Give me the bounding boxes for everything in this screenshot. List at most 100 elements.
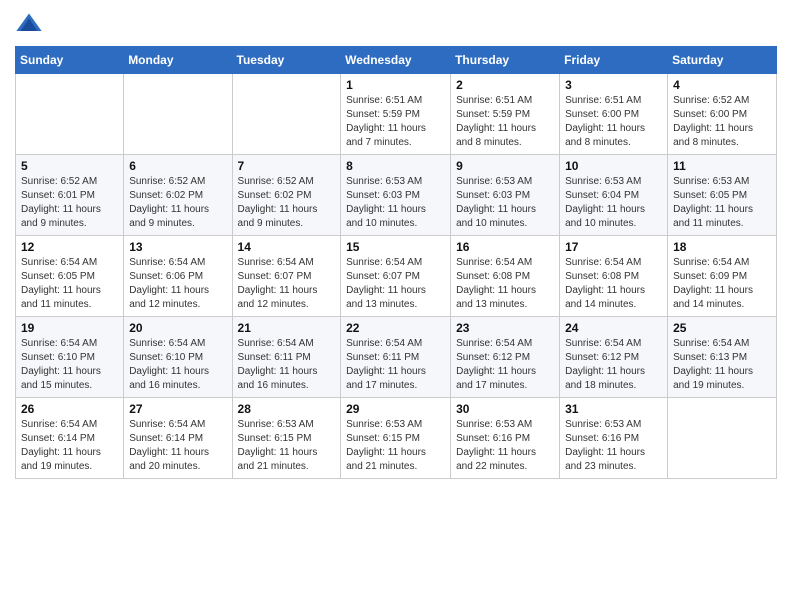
calendar-cell: 3 Sunrise: 6:51 AMSunset: 6:00 PMDaylight… xyxy=(560,74,668,155)
day-info: Sunrise: 6:54 AMSunset: 6:11 PMDaylight:… xyxy=(346,337,445,393)
day-number: 2 xyxy=(456,78,554,92)
day-info: Sunrise: 6:52 AMSunset: 6:02 PMDaylight:… xyxy=(238,175,336,231)
calendar-cell: 4 Sunrise: 6:52 AMSunset: 6:00 PMDaylight… xyxy=(668,74,777,155)
day-number: 3 xyxy=(565,78,662,92)
day-info: Sunrise: 6:53 AMSunset: 6:15 PMDaylight:… xyxy=(238,418,336,474)
day-number: 20 xyxy=(129,321,226,335)
calendar-cell: 29 Sunrise: 6:53 AMSunset: 6:15 PMDayligh… xyxy=(341,398,451,479)
calendar-cell: 26 Sunrise: 6:54 AMSunset: 6:14 PMDayligh… xyxy=(16,398,124,479)
day-info: Sunrise: 6:53 AMSunset: 6:04 PMDaylight:… xyxy=(565,175,662,231)
calendar-week-5: 26 Sunrise: 6:54 AMSunset: 6:14 PMDayligh… xyxy=(16,398,777,479)
day-number: 12 xyxy=(21,240,118,254)
day-number: 5 xyxy=(21,159,118,173)
day-info: Sunrise: 6:53 AMSunset: 6:05 PMDaylight:… xyxy=(673,175,771,231)
day-number: 16 xyxy=(456,240,554,254)
day-info: Sunrise: 6:54 AMSunset: 6:08 PMDaylight:… xyxy=(456,256,554,312)
day-number: 6 xyxy=(129,159,226,173)
calendar-cell: 10 Sunrise: 6:53 AMSunset: 6:04 PMDayligh… xyxy=(560,155,668,236)
calendar-cell: 2 Sunrise: 6:51 AMSunset: 5:59 PMDaylight… xyxy=(451,74,560,155)
day-number: 24 xyxy=(565,321,662,335)
day-info: Sunrise: 6:53 AMSunset: 6:15 PMDaylight:… xyxy=(346,418,445,474)
calendar-cell xyxy=(16,74,124,155)
day-number: 18 xyxy=(673,240,771,254)
day-number: 29 xyxy=(346,402,445,416)
day-number: 19 xyxy=(21,321,118,335)
calendar-cell: 6Sunrise: 6:52 AMSunset: 6:02 PMDaylight… xyxy=(124,155,232,236)
day-info: Sunrise: 6:54 AMSunset: 6:08 PMDaylight:… xyxy=(565,256,662,312)
day-info: Sunrise: 6:54 AMSunset: 6:10 PMDaylight:… xyxy=(129,337,226,393)
day-number: 17 xyxy=(565,240,662,254)
calendar-cell xyxy=(232,74,341,155)
day-number: 10 xyxy=(565,159,662,173)
day-info: Sunrise: 6:54 AMSunset: 6:05 PMDaylight:… xyxy=(21,256,118,312)
page-header xyxy=(15,10,777,38)
day-header-friday: Friday xyxy=(560,47,668,74)
calendar-cell: 22 Sunrise: 6:54 AMSunset: 6:11 PMDayligh… xyxy=(341,317,451,398)
day-number: 13 xyxy=(129,240,226,254)
day-info: Sunrise: 6:52 AMSunset: 6:00 PMDaylight:… xyxy=(673,94,771,150)
day-info: Sunrise: 6:54 AMSunset: 6:11 PMDaylight:… xyxy=(238,337,336,393)
day-number: 7 xyxy=(238,159,336,173)
day-number: 1 xyxy=(346,78,445,92)
calendar-week-1: 1 Sunrise: 6:51 AMSunset: 5:59 PMDaylight… xyxy=(16,74,777,155)
calendar-cell: 27 Sunrise: 6:54 AMSunset: 6:14 PMDayligh… xyxy=(124,398,232,479)
calendar-cell: 23 Sunrise: 6:54 AMSunset: 6:12 PMDayligh… xyxy=(451,317,560,398)
calendar-cell: 31Sunrise: 6:53 AMSunset: 6:16 PMDayligh… xyxy=(560,398,668,479)
day-number: 22 xyxy=(346,321,445,335)
day-info: Sunrise: 6:53 AMSunset: 6:16 PMDaylight:… xyxy=(456,418,554,474)
calendar-cell: 12 Sunrise: 6:54 AMSunset: 6:05 PMDayligh… xyxy=(16,236,124,317)
day-info: Sunrise: 6:54 AMSunset: 6:09 PMDaylight:… xyxy=(673,256,771,312)
calendar-cell: 25Sunrise: 6:54 AMSunset: 6:13 PMDayligh… xyxy=(668,317,777,398)
calendar-cell: 18 Sunrise: 6:54 AMSunset: 6:09 PMDayligh… xyxy=(668,236,777,317)
calendar-cell: 20 Sunrise: 6:54 AMSunset: 6:10 PMDayligh… xyxy=(124,317,232,398)
day-info: Sunrise: 6:53 AMSunset: 6:03 PMDaylight:… xyxy=(346,175,445,231)
day-info: Sunrise: 6:54 AMSunset: 6:14 PMDaylight:… xyxy=(129,418,226,474)
day-number: 11 xyxy=(673,159,771,173)
calendar-cell: 17 Sunrise: 6:54 AMSunset: 6:08 PMDayligh… xyxy=(560,236,668,317)
day-info: Sunrise: 6:54 AMSunset: 6:12 PMDaylight:… xyxy=(565,337,662,393)
calendar-header-row: SundayMondayTuesdayWednesdayThursdayFrid… xyxy=(16,47,777,74)
calendar-cell: 13 Sunrise: 6:54 AMSunset: 6:06 PMDayligh… xyxy=(124,236,232,317)
day-info: Sunrise: 6:54 AMSunset: 6:06 PMDaylight:… xyxy=(129,256,226,312)
day-number: 30 xyxy=(456,402,554,416)
calendar-cell: 9 Sunrise: 6:53 AMSunset: 6:03 PMDaylight… xyxy=(451,155,560,236)
day-number: 15 xyxy=(346,240,445,254)
day-number: 4 xyxy=(673,78,771,92)
day-number: 23 xyxy=(456,321,554,335)
day-number: 28 xyxy=(238,402,336,416)
calendar-table: SundayMondayTuesdayWednesdayThursdayFrid… xyxy=(15,46,777,479)
calendar-week-3: 12 Sunrise: 6:54 AMSunset: 6:05 PMDayligh… xyxy=(16,236,777,317)
calendar-cell: 7 Sunrise: 6:52 AMSunset: 6:02 PMDaylight… xyxy=(232,155,341,236)
calendar-cell: 30 Sunrise: 6:53 AMSunset: 6:16 PMDayligh… xyxy=(451,398,560,479)
calendar-cell: 15 Sunrise: 6:54 AMSunset: 6:07 PMDayligh… xyxy=(341,236,451,317)
calendar-cell: 28 Sunrise: 6:53 AMSunset: 6:15 PMDayligh… xyxy=(232,398,341,479)
calendar-cell: 16 Sunrise: 6:54 AMSunset: 6:08 PMDayligh… xyxy=(451,236,560,317)
day-header-tuesday: Tuesday xyxy=(232,47,341,74)
calendar-week-2: 5 Sunrise: 6:52 AMSunset: 6:01 PMDaylight… xyxy=(16,155,777,236)
calendar-cell xyxy=(668,398,777,479)
day-info: Sunrise: 6:54 AMSunset: 6:12 PMDaylight:… xyxy=(456,337,554,393)
calendar-cell: 24 Sunrise: 6:54 AMSunset: 6:12 PMDayligh… xyxy=(560,317,668,398)
calendar-cell: 19 Sunrise: 6:54 AMSunset: 6:10 PMDayligh… xyxy=(16,317,124,398)
calendar-cell: 1 Sunrise: 6:51 AMSunset: 5:59 PMDaylight… xyxy=(341,74,451,155)
logo-icon xyxy=(15,10,43,38)
day-info: Sunrise: 6:54 AMSunset: 6:13 PMDaylight:… xyxy=(673,337,771,393)
calendar-cell xyxy=(124,74,232,155)
day-number: 27 xyxy=(129,402,226,416)
calendar-cell: 8 Sunrise: 6:53 AMSunset: 6:03 PMDaylight… xyxy=(341,155,451,236)
day-number: 8 xyxy=(346,159,445,173)
day-number: 26 xyxy=(21,402,118,416)
day-info: Sunrise: 6:54 AMSunset: 6:07 PMDaylight:… xyxy=(346,256,445,312)
day-info: Sunrise: 6:51 AMSunset: 6:00 PMDaylight:… xyxy=(565,94,662,150)
day-header-wednesday: Wednesday xyxy=(341,47,451,74)
day-info: Sunrise: 6:52 AMSunset: 6:01 PMDaylight:… xyxy=(21,175,118,231)
day-number: 9 xyxy=(456,159,554,173)
day-info: Sunrise: 6:51 AMSunset: 5:59 PMDaylight:… xyxy=(346,94,445,150)
day-info: Sunrise: 6:54 AMSunset: 6:14 PMDaylight:… xyxy=(21,418,118,474)
day-info: Sunrise: 6:54 AMSunset: 6:07 PMDaylight:… xyxy=(238,256,336,312)
day-info: Sunrise: 6:51 AMSunset: 5:59 PMDaylight:… xyxy=(456,94,554,150)
day-info: Sunrise: 6:53 AMSunset: 6:03 PMDaylight:… xyxy=(456,175,554,231)
day-number: 31 xyxy=(565,402,662,416)
day-number: 14 xyxy=(238,240,336,254)
day-info: Sunrise: 6:54 AMSunset: 6:10 PMDaylight:… xyxy=(21,337,118,393)
